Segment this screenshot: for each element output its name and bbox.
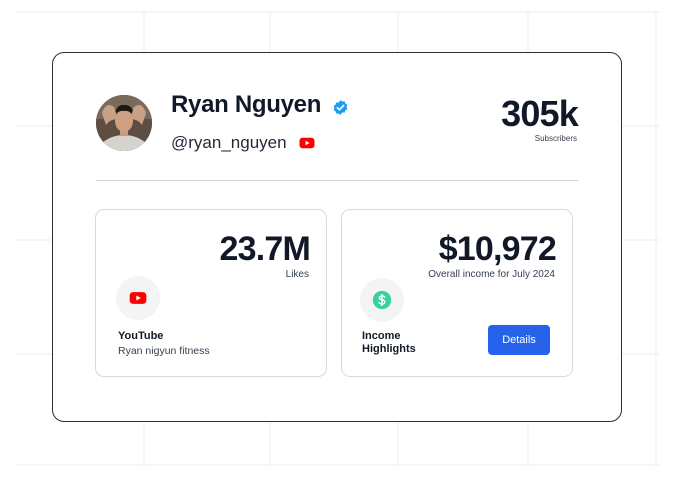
avatar[interactable] — [96, 95, 152, 151]
youtube-icon[interactable] — [298, 134, 316, 152]
subscriber-label: Subscribers — [534, 134, 577, 143]
verified-badge-icon — [333, 100, 348, 115]
profile-handle: @ryan_nguyen — [171, 133, 287, 152]
header-divider — [96, 180, 578, 181]
dollar-icon-circle — [360, 278, 404, 322]
youtube-icon-circle — [116, 276, 160, 320]
likes-card: 23.7M Likes YouTube Ryan nigyun fitness — [95, 209, 327, 377]
income-amount: $10,972 — [438, 230, 557, 268]
details-button[interactable]: Details — [488, 325, 550, 355]
platform-name: YouTube — [118, 330, 164, 342]
avatar-photo-icon — [96, 95, 152, 151]
income-highlights-title: Income Highlights — [362, 330, 416, 355]
creator-profile-card: Ryan Nguyen @ryan_nguyen 305k Subscriber… — [52, 52, 622, 422]
likes-count: 23.7M — [219, 230, 311, 268]
likes-label: Likes — [285, 269, 309, 280]
subscriber-count: 305k — [501, 93, 579, 134]
profile-name: Ryan Nguyen — [171, 91, 322, 118]
dollar-icon — [372, 290, 392, 310]
youtube-icon — [129, 292, 147, 304]
channel-name: Ryan nigyun fitness — [118, 345, 210, 357]
income-period-label: Overall income for July 2024 — [428, 269, 555, 280]
income-card: $10,972 Overall income for July 2024 Inc… — [341, 209, 573, 377]
